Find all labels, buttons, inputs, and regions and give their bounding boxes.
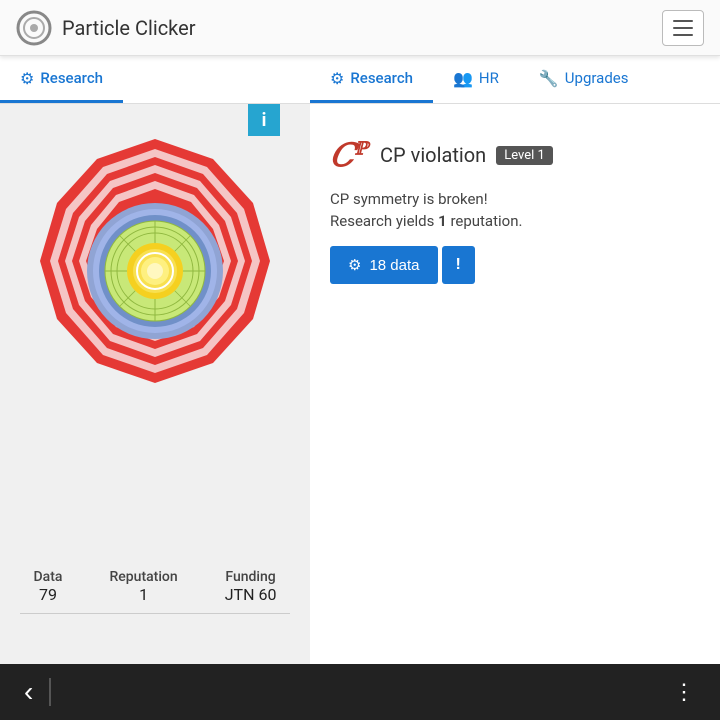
left-panel: ⚙ Research i (0, 56, 310, 664)
tab-upgrades[interactable]: 🔧 Upgrades (519, 56, 649, 103)
info-icon: i (262, 110, 267, 131)
app-bar-left: Particle Clicker (16, 10, 196, 46)
hamburger-menu-button[interactable] (662, 10, 704, 46)
stats-divider (20, 613, 290, 614)
stat-data-value: 79 (34, 585, 63, 604)
research-description: CP symmetry is broken! (330, 190, 700, 208)
app-bar: Particle Clicker (0, 0, 720, 56)
right-panel: ⚙ Research 👥 HR 🔧 Upgrades 𝐶ℙ CP violati… (310, 56, 720, 664)
tab-hr-label: HR (479, 69, 499, 87)
upgrades-icon: 🔧 (539, 69, 559, 88)
exclaim-label: ! (456, 256, 461, 273)
particle-visualization[interactable] (15, 131, 295, 411)
data-button[interactable]: ⚙ 18 data (330, 246, 438, 284)
stat-data: Data 79 (34, 569, 63, 604)
action-buttons: ⚙ 18 data ! (330, 246, 700, 284)
app-title: Particle Clicker (62, 16, 196, 40)
cp-violation-icon: 𝐶ℙ (330, 136, 368, 174)
tab-research[interactable]: ⚙ Research (0, 56, 123, 103)
tab-research-right-label: Research (350, 69, 413, 87)
hr-icon: 👥 (453, 69, 473, 88)
level-badge: Level 1 (496, 146, 553, 165)
stat-data-label: Data (34, 569, 63, 585)
right-tabs-bar: ⚙ Research 👥 HR 🔧 Upgrades (310, 56, 720, 104)
stat-reputation-value: 1 (110, 585, 178, 604)
research-name: CP violation (380, 143, 486, 167)
stat-funding: Funding JTN 60 (225, 569, 277, 604)
stat-reputation-label: Reputation (110, 569, 178, 585)
research-header: 𝐶ℙ CP violation Level 1 (330, 136, 700, 174)
more-icon: ⋮ (673, 679, 696, 704)
research-yield: Research yields 1 reputation. (330, 212, 700, 230)
gear-small-icon: ⚙ (348, 256, 361, 274)
tab-upgrades-label: Upgrades (565, 69, 629, 87)
stat-funding-label: Funding (225, 569, 277, 585)
bottom-bar: ‹ ⋮ (0, 664, 720, 720)
more-button[interactable]: ⋮ (665, 671, 704, 713)
tab-research-label: Research (40, 69, 103, 87)
hamburger-line-3 (673, 34, 693, 36)
tabs-bar: ⚙ Research (0, 56, 310, 104)
stat-funding-value: JTN 60 (225, 585, 277, 604)
main-content: ⚙ Research i (0, 56, 720, 664)
research-item: 𝐶ℙ CP violation Level 1 CP symmetry is b… (330, 136, 700, 284)
tab-hr[interactable]: 👥 HR (433, 56, 519, 103)
yield-text: Research yields (330, 212, 438, 230)
yield-suffix: reputation. (447, 212, 523, 230)
research-icon: ⚙ (330, 69, 344, 88)
bottom-divider (49, 678, 51, 706)
data-button-label: 18 data (369, 257, 419, 274)
info-button[interactable]: i (248, 104, 280, 136)
exclaim-button[interactable]: ! (442, 246, 475, 284)
hamburger-line-2 (673, 27, 693, 29)
research-tab-icon: ⚙ (20, 69, 34, 88)
stats-bar: Data 79 Reputation 1 Funding JTN 60 (0, 569, 310, 604)
particle-icon (16, 10, 52, 46)
particle-svg (15, 131, 295, 411)
yield-value: 1 (438, 212, 447, 230)
stat-reputation: Reputation 1 (110, 569, 178, 604)
bottom-left: ‹ (16, 668, 51, 716)
back-button[interactable]: ‹ (16, 668, 41, 716)
hamburger-line-1 (673, 20, 693, 22)
back-icon: ‹ (24, 676, 33, 707)
tab-research-right[interactable]: ⚙ Research (310, 56, 433, 103)
research-title-area: CP violation Level 1 (380, 143, 553, 167)
